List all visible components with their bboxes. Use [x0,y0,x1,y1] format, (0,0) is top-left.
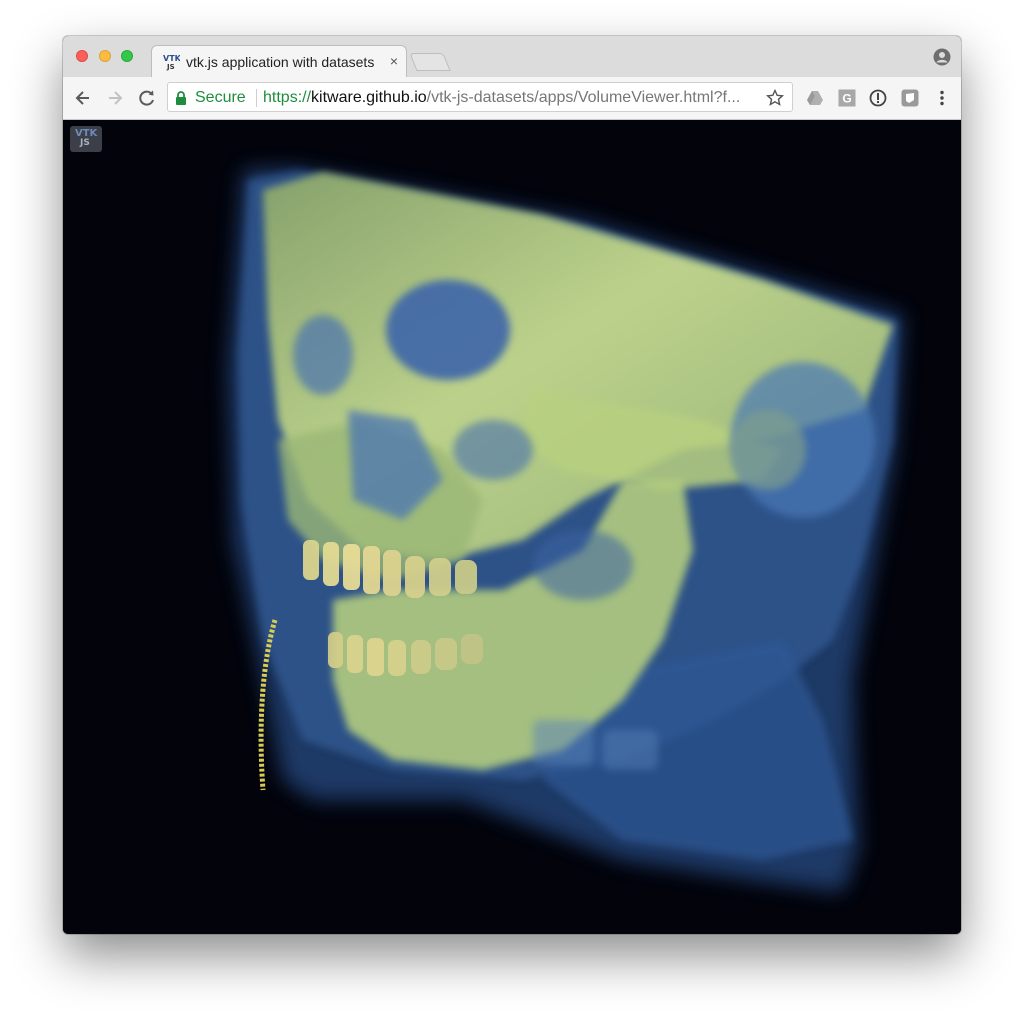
reload-icon[interactable] [137,88,157,108]
browser-toolbar: Secure https://kitware.github.io/vtk-js-… [63,77,961,120]
info-circle-icon[interactable] [869,89,887,107]
volume-render-viewport[interactable]: VTK JS [63,120,961,934]
minimize-window-button[interactable] [99,50,111,62]
url-host: kitware.github.io [311,89,427,106]
address-bar[interactable]: Secure https://kitware.github.io/vtk-js-… [167,82,793,112]
address-separator [256,89,257,107]
vtk-favicon-icon: VTK JS [163,54,180,71]
lock-icon [176,91,186,105]
secure-label: Secure [195,89,246,106]
g-extension-icon[interactable]: G [838,89,856,107]
google-drive-icon[interactable] [806,89,824,107]
kebab-menu-icon[interactable] [933,89,951,107]
svg-text:G: G [842,92,851,106]
new-tab-button[interactable] [409,53,451,71]
profile-icon[interactable] [933,48,951,66]
tab-title: vtk.js application with datasets [186,54,375,70]
arrow-left-icon[interactable] [73,88,93,108]
url-text[interactable]: https://kitware.github.io/vtk-js-dataset… [263,89,758,107]
tab-vtk-application[interactable]: VTK JS vtk.js application with datasets … [151,45,407,78]
url-path: /vtk-js-datasets/apps/VolumeViewer.html?… [426,89,741,106]
svg-text:VTK: VTK [163,54,180,63]
star-icon[interactable] [766,89,784,107]
url-scheme: https:// [263,89,312,106]
vtk-logo-line2: JS [80,138,90,148]
tab-strip: VTK JS vtk.js application with datasets … [63,36,961,78]
close-window-button[interactable] [76,50,88,62]
browser-window: VTK JS vtk.js application with datasets … [63,36,961,934]
shield-extension-icon[interactable] [901,89,919,107]
vtk-js-logo: VTK JS [70,126,102,152]
svg-text:JS: JS [166,63,175,71]
arrow-right-icon[interactable] [105,88,125,108]
skull-volume-render[interactable] [63,120,961,934]
close-icon[interactable]: × [390,53,398,69]
zoom-window-button[interactable] [121,50,133,62]
